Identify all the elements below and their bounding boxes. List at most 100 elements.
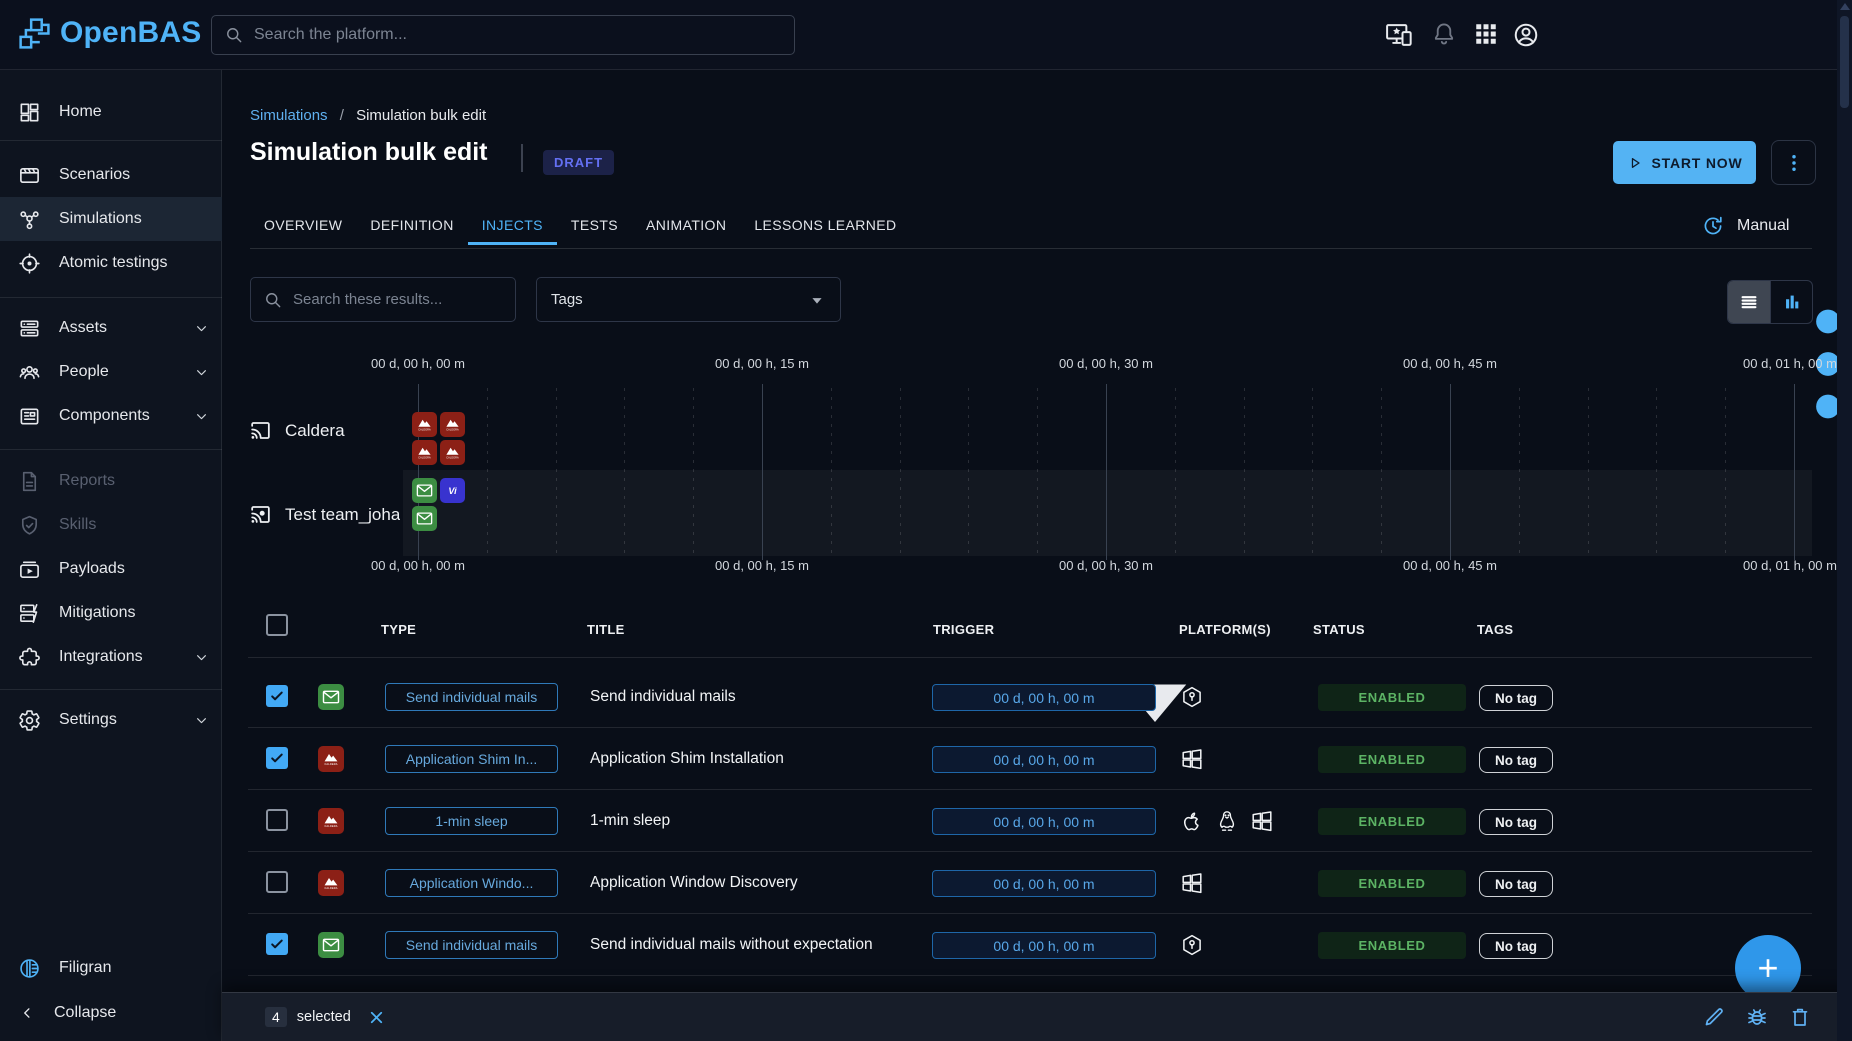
- sidebar-collapse-button[interactable]: Collapse: [0, 991, 222, 1035]
- bulk-edit-pencil-icon[interactable]: [1702, 1005, 1726, 1029]
- sidebar-item-scenarios[interactable]: Scenarios: [0, 153, 222, 197]
- chart-view-toggle[interactable]: [1770, 281, 1812, 323]
- trigger-chip[interactable]: 00 d, 00 h, 00 m: [932, 684, 1156, 711]
- sort-descending-icon[interactable]: [1005, 622, 1022, 639]
- column-header-status[interactable]: STATUS: [1313, 622, 1365, 637]
- row-checkbox[interactable]: [266, 685, 288, 707]
- sidebar-filigran-brand[interactable]: Filigran: [0, 946, 222, 990]
- table-row[interactable]: Send individual mails Send individual ma…: [222, 914, 1852, 976]
- timeline-inject-caldera-icon[interactable]: [412, 412, 437, 437]
- tab-injects[interactable]: INJECTS: [468, 204, 557, 245]
- inject-type-email-icon: [318, 684, 344, 710]
- bulk-delete-trash-icon[interactable]: [1788, 1005, 1812, 1029]
- timeline-inject-email-icon[interactable]: [412, 478, 437, 503]
- column-header-platforms[interactable]: PLATFORM(S): [1179, 622, 1271, 637]
- table-row[interactable]: Send individual mails Send individual ma…: [222, 666, 1852, 728]
- chevron-left-icon: [18, 1004, 36, 1022]
- trigger-chip[interactable]: 00 d, 00 h, 00 m: [932, 746, 1156, 773]
- vertical-scrollbar[interactable]: [1837, 0, 1852, 1041]
- column-header-type[interactable]: TYPE: [381, 622, 416, 637]
- logo-text[interactable]: OpenBAS: [60, 16, 201, 50]
- row-divider: [248, 975, 1812, 976]
- sidebar-item-payloads[interactable]: Payloads: [0, 547, 222, 591]
- sidebar-item-people[interactable]: People: [0, 350, 222, 394]
- list-view-toggle[interactable]: [1728, 281, 1770, 323]
- row-checkbox[interactable]: [266, 871, 288, 893]
- timeline-inject-caldera-icon[interactable]: [440, 440, 465, 465]
- start-now-button[interactable]: START NOW: [1613, 141, 1756, 184]
- tags-filter-select[interactable]: Tags: [536, 277, 841, 322]
- chevron-down-icon: [193, 320, 210, 337]
- windows-platform-icon: [1250, 809, 1274, 833]
- sidebar-item-home[interactable]: Home: [0, 90, 222, 134]
- timeline-inject-email-icon[interactable]: [412, 506, 437, 531]
- platform-search[interactable]: [211, 15, 795, 55]
- platform-search-input[interactable]: [254, 26, 782, 44]
- inject-title: 1-min sleep: [590, 812, 670, 830]
- tab-tests[interactable]: TESTS: [557, 204, 632, 245]
- timeline-inject-caldera-icon[interactable]: [440, 412, 465, 437]
- results-search-input[interactable]: [293, 291, 503, 308]
- apps-grid-icon[interactable]: [1473, 21, 1501, 49]
- clear-selection-icon[interactable]: [367, 1008, 386, 1027]
- status-badge: ENABLED: [1318, 808, 1466, 835]
- trigger-chip[interactable]: 00 d, 00 h, 00 m: [932, 932, 1156, 959]
- update-mode[interactable]: Manual: [1701, 214, 1789, 238]
- header-divider: [248, 657, 1812, 658]
- row-more-menu[interactable]: [1752, 747, 1776, 771]
- sidebar-item-label: Scenarios: [59, 166, 130, 184]
- inject-type-chip[interactable]: Application Shim In...: [385, 745, 558, 773]
- results-search[interactable]: [250, 277, 516, 322]
- row-more-menu[interactable]: [1752, 809, 1776, 833]
- notifications-bell-icon[interactable]: [1431, 21, 1459, 49]
- sidebar-item-simulations[interactable]: Simulations: [0, 197, 222, 241]
- column-header-tags[interactable]: TAGS: [1477, 622, 1513, 637]
- tab-overview[interactable]: OVERVIEW: [250, 204, 356, 245]
- tab-definition[interactable]: DEFINITION: [356, 204, 467, 245]
- scrollbar-up-arrow[interactable]: [1840, 3, 1850, 10]
- select-all-checkbox[interactable]: [266, 614, 288, 636]
- inject-type-chip[interactable]: Send individual mails: [385, 931, 558, 959]
- sidebar-item-atomic-testings[interactable]: Atomic testings: [0, 241, 222, 285]
- tab-animation[interactable]: ANIMATION: [632, 204, 740, 245]
- account-icon[interactable]: [1512, 21, 1540, 49]
- sidebar-item-label: Simulations: [59, 210, 142, 228]
- row-more-menu[interactable]: [1752, 871, 1776, 895]
- sidebar-item-assets[interactable]: Assets: [0, 306, 222, 350]
- timeline-inject-implant-icon[interactable]: [440, 478, 465, 503]
- tab-lessons-learned[interactable]: LESSONS LEARNED: [740, 204, 910, 245]
- trigger-chip[interactable]: 00 d, 00 h, 00 m: [932, 808, 1156, 835]
- toolbar-more-menu[interactable]: [1678, 289, 1702, 313]
- row-checkbox[interactable]: [266, 933, 288, 955]
- row-checkbox[interactable]: [266, 809, 288, 831]
- openbas-app: OpenBAS Home Scenarios Simulations Atomi…: [0, 0, 1852, 1041]
- sidebar-item-mitigations[interactable]: Mitigations: [0, 591, 222, 635]
- scrollbar-thumb[interactable]: [1840, 16, 1849, 108]
- linux-platform-icon: [1215, 809, 1239, 833]
- row-more-menu[interactable]: [1752, 685, 1776, 709]
- table-row[interactable]: Application Windo... Application Window …: [222, 852, 1852, 914]
- sidebar-item-settings[interactable]: Settings: [0, 698, 222, 742]
- cast-connected-icon: [248, 502, 273, 527]
- sidebar: Home Scenarios Simulations Atomic testin…: [0, 70, 222, 1041]
- header-more-menu-button[interactable]: [1771, 140, 1816, 185]
- timeline-inject-caldera-icon[interactable]: [412, 440, 437, 465]
- column-header-title[interactable]: TITLE: [587, 622, 625, 637]
- trigger-chip[interactable]: 00 d, 00 h, 00 m: [932, 870, 1156, 897]
- agents-devices-icon[interactable]: [1385, 21, 1413, 49]
- bulk-actions: [1702, 1005, 1812, 1029]
- breadcrumb-simulations-link[interactable]: Simulations: [250, 107, 328, 124]
- inject-type-chip[interactable]: Send individual mails: [385, 683, 558, 711]
- axis-label: 00 d, 00 h, 15 m: [715, 356, 809, 371]
- openbas-logo-icon[interactable]: [12, 11, 58, 62]
- row-checkbox[interactable]: [266, 747, 288, 769]
- table-row[interactable]: 1-min sleep 1-min sleep 00 d, 00 h, 00 m…: [222, 790, 1852, 852]
- sidebar-item-components[interactable]: Components: [0, 394, 222, 438]
- column-header-trigger[interactable]: TRIGGER: [933, 622, 994, 637]
- sidebar-item-integrations[interactable]: Integrations: [0, 635, 222, 679]
- table-row[interactable]: Application Shim In... Application Shim …: [222, 728, 1852, 790]
- status-badge: ENABLED: [1318, 932, 1466, 959]
- bulk-test-bug-icon[interactable]: [1745, 1005, 1769, 1029]
- inject-type-chip[interactable]: 1-min sleep: [385, 807, 558, 835]
- inject-type-chip[interactable]: Application Windo...: [385, 869, 558, 897]
